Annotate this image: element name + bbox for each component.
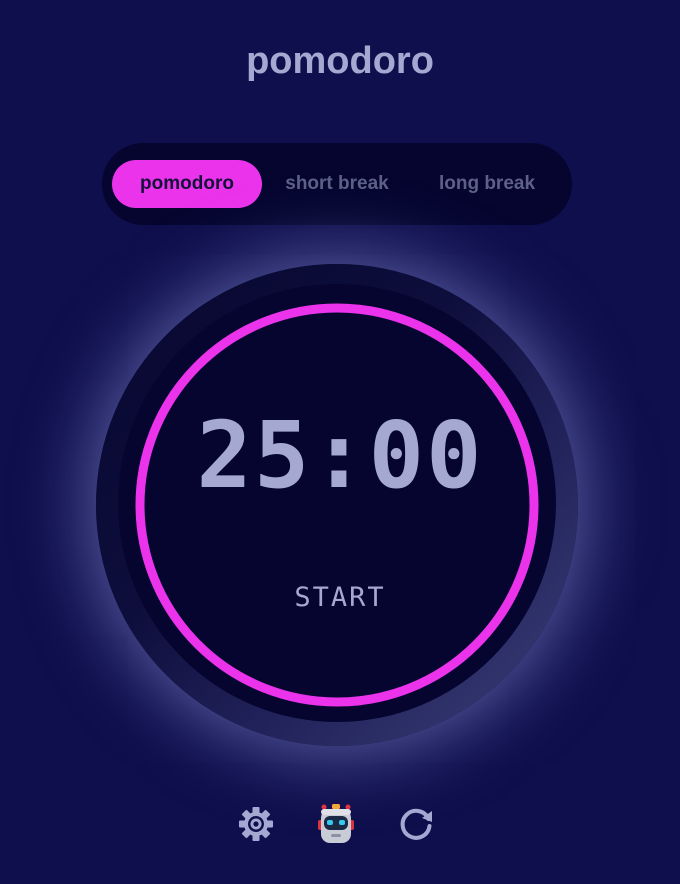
tab-short-break[interactable]: short break [262, 160, 412, 208]
tab-long-break[interactable]: long break [412, 160, 562, 208]
start-button[interactable]: START [240, 578, 440, 618]
settings-gear-icon[interactable] [234, 802, 278, 846]
tab-pomodoro[interactable]: pomodoro [112, 160, 262, 208]
pomodoro-app: pomodoro pomodoro short break long break… [0, 0, 680, 884]
mode-tabs: pomodoro short break long break [102, 143, 572, 225]
time-display: 25:00 [196, 402, 484, 509]
reset-icon[interactable] [394, 802, 438, 846]
app-title: pomodoro [246, 40, 434, 82]
robot-icon[interactable] [314, 802, 358, 846]
